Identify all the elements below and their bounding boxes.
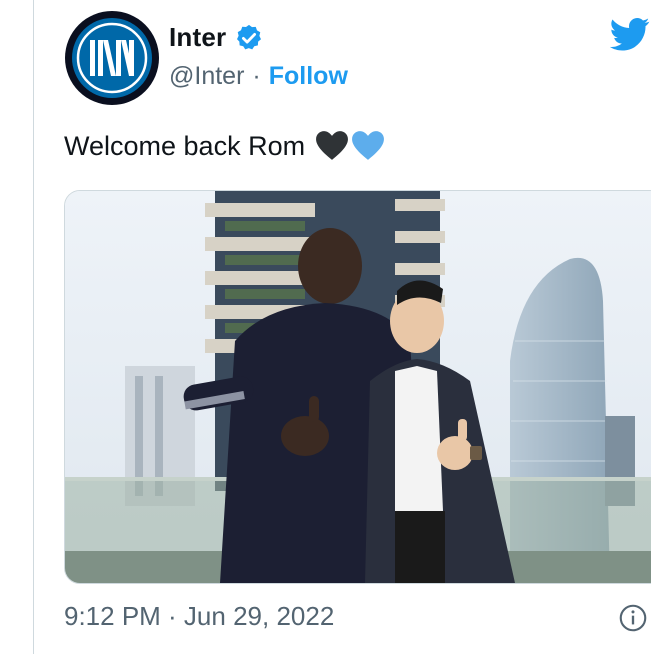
inter-logo-avatar[interactable] [64,10,160,106]
verified-badge-icon [237,24,262,49]
tweet-text-content: Welcome back Rom [64,130,306,161]
black-heart-icon [316,131,349,160]
emoji-group [315,130,387,162]
separator-dot: · [252,62,261,90]
follow-button[interactable]: Follow [269,62,348,91]
author-handle-row: @Inter · Follow [169,62,348,91]
photo-illustration [65,191,651,583]
tweet-timestamp[interactable]: 9:12 PM · Jun 29, 2022 [64,601,334,632]
author-name-row: Inter [169,22,264,53]
tweet-media-photo[interactable] [64,190,651,584]
twitter-bird-icon[interactable] [610,14,650,54]
author-handle[interactable]: @Inter [169,62,244,91]
info-icon[interactable] [619,604,647,632]
blue-heart-icon [352,131,385,160]
tweet-text: Welcome back Rom [64,130,387,162]
author-display-name[interactable]: Inter [169,22,226,53]
